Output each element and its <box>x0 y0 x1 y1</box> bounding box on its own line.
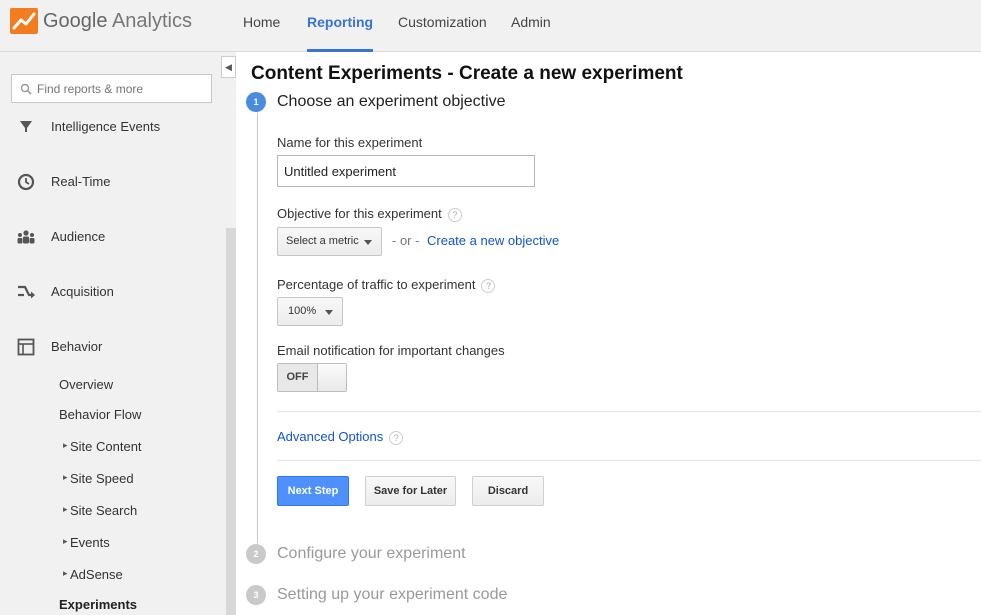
help-icon[interactable]: ? <box>481 278 496 293</box>
brand-name[interactable]: Google Analytics <box>43 10 192 33</box>
step-number-badge: 3 <box>246 585 266 605</box>
sidebar-scrollbar[interactable] <box>226 228 236 615</box>
acquisition-icon <box>18 285 35 299</box>
name-label: Name for this experiment <box>277 135 423 150</box>
traffic-label: Percentage of traffic to experiment? <box>277 277 496 293</box>
advanced-options-text: Advanced Options <box>277 429 384 444</box>
objective-label: Objective for this experiment? <box>277 206 462 222</box>
nav-customization[interactable]: Customization <box>398 0 487 52</box>
experiment-name-input[interactable] <box>277 155 535 187</box>
brand-google: Google <box>43 10 108 32</box>
discard-button[interactable]: Discard <box>472 476 544 506</box>
sidebar-subitem-adsense[interactable]: AdSense <box>63 567 123 582</box>
sidebar-subitem-site-content[interactable]: Site Content <box>63 439 142 454</box>
traffic-label-text: Percentage of traffic to experiment <box>277 277 476 292</box>
search-input[interactable] <box>37 81 207 97</box>
step-number-badge: 1 <box>246 92 266 112</box>
google-analytics-logo-icon[interactable] <box>9 6 39 36</box>
step-title[interactable]: Setting up your experiment code <box>277 586 507 604</box>
sidebar-item-label: Acquisition <box>51 284 114 299</box>
divider <box>277 460 981 461</box>
or-separator: - or - <box>392 233 420 248</box>
sidebar-item-label: Audience <box>51 229 106 244</box>
behavior-icon <box>17 338 35 356</box>
sidebar-item-behavior[interactable]: Behavior <box>0 333 220 363</box>
sidebar-item-intelligence-events[interactable]: Intelligence Events <box>0 113 220 143</box>
sidebar-subitem-overview[interactable]: Overview <box>59 377 113 392</box>
step-number-badge: 2 <box>246 544 266 564</box>
objective-label-text: Objective for this experiment <box>277 206 442 221</box>
toggle-knob[interactable] <box>317 364 346 391</box>
advanced-options-link[interactable]: Advanced Options? <box>277 429 404 445</box>
chevron-left-icon: ◀ <box>225 62 232 72</box>
email-notification-label: Email notification for important changes <box>277 343 505 358</box>
nav-reporting[interactable]: Reporting <box>307 0 374 52</box>
sidebar-item-label: Real-Time <box>51 174 111 189</box>
sidebar-subitem-behavior-flow[interactable]: Behavior Flow <box>59 407 141 422</box>
email-notification-toggle[interactable]: OFF <box>277 363 347 392</box>
step-title[interactable]: Configure your experiment <box>277 545 466 563</box>
nav-home[interactable]: Home <box>243 0 280 52</box>
nav-admin[interactable]: Admin <box>511 0 551 52</box>
traffic-percentage-select[interactable]: 100% <box>277 297 343 326</box>
search-box[interactable] <box>11 74 212 103</box>
sidebar-item-label: Behavior <box>51 339 103 354</box>
create-objective-link[interactable]: Create a new objective <box>427 233 559 248</box>
step-title: Choose an experiment objective <box>277 93 506 110</box>
sidebar-item-audience[interactable]: Audience <box>0 223 220 253</box>
collapse-sidebar-button[interactable]: ◀ <box>221 56 236 78</box>
divider <box>277 411 981 412</box>
sidebar-subitem-site-speed[interactable]: Site Speed <box>63 471 134 486</box>
sidebar-item-real-time[interactable]: Real-Time <box>0 168 220 198</box>
metric-select-value: Select a metric <box>286 235 359 247</box>
help-icon[interactable]: ? <box>447 207 462 222</box>
intelligence-events-icon <box>20 121 32 132</box>
steps-connector-line <box>257 113 258 543</box>
sidebar-subitem-experiments[interactable]: Experiments <box>59 597 137 612</box>
brand-analytics: Analytics <box>111 10 192 32</box>
chevron-down-icon <box>364 240 372 245</box>
metric-select[interactable]: Select a metric <box>277 227 382 256</box>
clock-icon <box>17 173 35 191</box>
top-bar: Google Analytics Home Reporting Customiz… <box>0 0 981 52</box>
sidebar-subitem-events[interactable]: Events <box>63 535 110 550</box>
traffic-select-value: 100% <box>288 305 317 317</box>
page-title: Content Experiments - Create a new exper… <box>251 63 683 84</box>
chevron-down-icon <box>325 310 333 315</box>
save-for-later-button[interactable]: Save for Later <box>365 476 456 506</box>
toggle-state-label: OFF <box>278 364 317 391</box>
sidebar-item-label: Intelligence Events <box>51 119 161 134</box>
audience-icon <box>17 230 35 244</box>
sidebar-subitem-site-search[interactable]: Site Search <box>63 503 137 518</box>
next-step-button[interactable]: Next Step <box>277 476 349 506</box>
search-icon <box>20 83 32 95</box>
sidebar-item-acquisition[interactable]: Acquisition <box>0 278 220 308</box>
help-icon[interactable]: ? <box>389 430 404 445</box>
